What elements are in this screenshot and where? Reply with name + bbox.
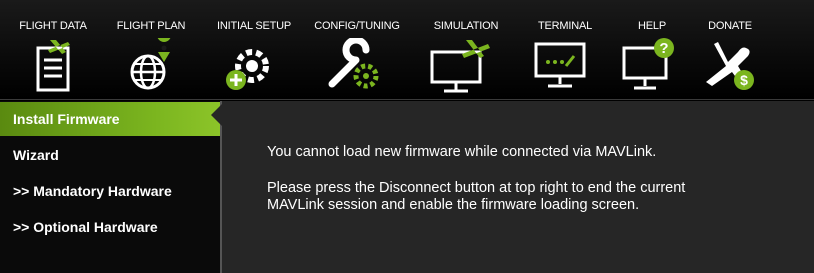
active-indicator-notch — [211, 104, 222, 126]
toolbar-terminal[interactable]: TERMINAL — [520, 0, 610, 100]
toolbar-label: DONATE — [708, 20, 752, 32]
terminal-icon — [534, 42, 586, 88]
toolbar-simulation[interactable]: SIMULATION — [416, 0, 516, 100]
toolbar-label: TERMINAL — [537, 20, 593, 32]
message-line-2: Please press the Disconnect button at to… — [267, 180, 686, 196]
sidebar-item-wizard[interactable]: Wizard — [0, 138, 220, 172]
toolbar-help[interactable]: HELP ? — [612, 0, 692, 100]
sidebar: Install Firmware Wizard >> Mandatory Har… — [0, 101, 220, 273]
flight-data-icon — [36, 40, 70, 92]
message-line-3: MAVLink session and enable the firmware … — [267, 197, 640, 213]
sidebar-item-mandatory-hardware[interactable]: >> Mandatory Hardware — [0, 174, 220, 208]
toolbar-flight-data[interactable]: FLIGHT DATA — [6, 0, 100, 100]
toolbar-label: FLIGHT DATA — [19, 20, 87, 32]
message-line-1: You cannot load new firmware while conne… — [267, 144, 657, 160]
toolbar-label: HELP — [638, 20, 666, 32]
config-tuning-icon — [328, 38, 379, 89]
toolbar-label: FLIGHT PLAN — [116, 20, 186, 32]
toolbar-label: INITIAL SETUP — [216, 20, 291, 32]
initial-setup-icon — [226, 49, 269, 90]
sidebar-item-install-firmware[interactable]: Install Firmware — [0, 102, 220, 136]
help-icon: ? — [622, 38, 674, 90]
toolbar-donate[interactable]: DONATE $ — [690, 0, 770, 100]
flight-plan-icon — [130, 38, 171, 90]
sidebar-item-optional-hardware[interactable]: >> Optional Hardware — [0, 210, 220, 244]
simulation-icon — [430, 40, 490, 93]
toolbar-label: CONFIG/TUNING — [314, 20, 400, 32]
toolbar-initial-setup[interactable]: INITIAL SETUP — [204, 0, 304, 100]
svg-text:$: $ — [740, 72, 748, 88]
toolbar-flight-plan[interactable]: FLIGHT PLAN — [104, 0, 198, 100]
toolbar-config-tuning[interactable]: CONFIG/TUNING — [302, 0, 412, 100]
svg-text:?: ? — [659, 40, 668, 57]
toolbar-label: SIMULATION — [433, 20, 499, 32]
main-toolbar: FLIGHT DATA FLIGHT PLAN INITIAL SETUP CO… — [0, 0, 814, 100]
content-panel: You cannot load new firmware while conne… — [222, 101, 814, 273]
donate-icon: $ — [706, 42, 754, 90]
